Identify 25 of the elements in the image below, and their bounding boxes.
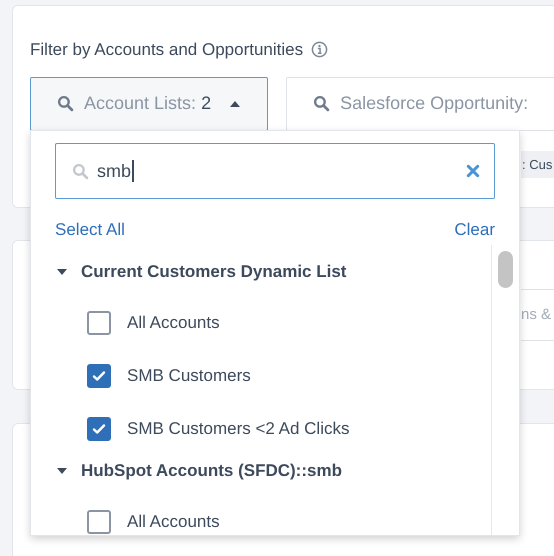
caret-down-icon — [56, 268, 68, 276]
clear-link[interactable]: Clear — [454, 217, 495, 242]
filter-title: Filter by Accounts and Opportunities — [30, 39, 304, 61]
option-label[interactable]: All Accounts — [127, 509, 220, 535]
close-icon[interactable] — [466, 164, 480, 178]
checkbox[interactable] — [87, 417, 111, 441]
caret-down-icon — [56, 466, 68, 474]
info-icon — [311, 41, 328, 58]
group-header[interactable]: Current Customers Dynamic List — [55, 256, 491, 286]
search-icon — [313, 95, 330, 112]
option-label[interactable]: SMB Customers <2 Ad Clicks — [127, 416, 350, 442]
option-label[interactable]: SMB Customers — [127, 363, 251, 389]
caret-up-icon — [229, 100, 242, 108]
checkbox[interactable] — [87, 364, 111, 388]
filter-chip: : Cus — [521, 150, 554, 178]
checkbox[interactable] — [87, 311, 111, 335]
group-header[interactable]: HubSpot Accounts (SFDC)::smb — [55, 456, 491, 486]
search-field[interactable]: smb — [55, 143, 495, 199]
select-all-link[interactable]: Select All — [55, 217, 125, 242]
checkbox[interactable] — [87, 510, 111, 534]
option-label[interactable]: All Accounts — [127, 310, 220, 336]
search-icon — [57, 95, 74, 112]
search-icon — [72, 162, 89, 180]
scrollbar-thumb[interactable] — [498, 250, 513, 288]
filter-dropdown-button[interactable]: Account Lists: 2 — [30, 76, 268, 130]
